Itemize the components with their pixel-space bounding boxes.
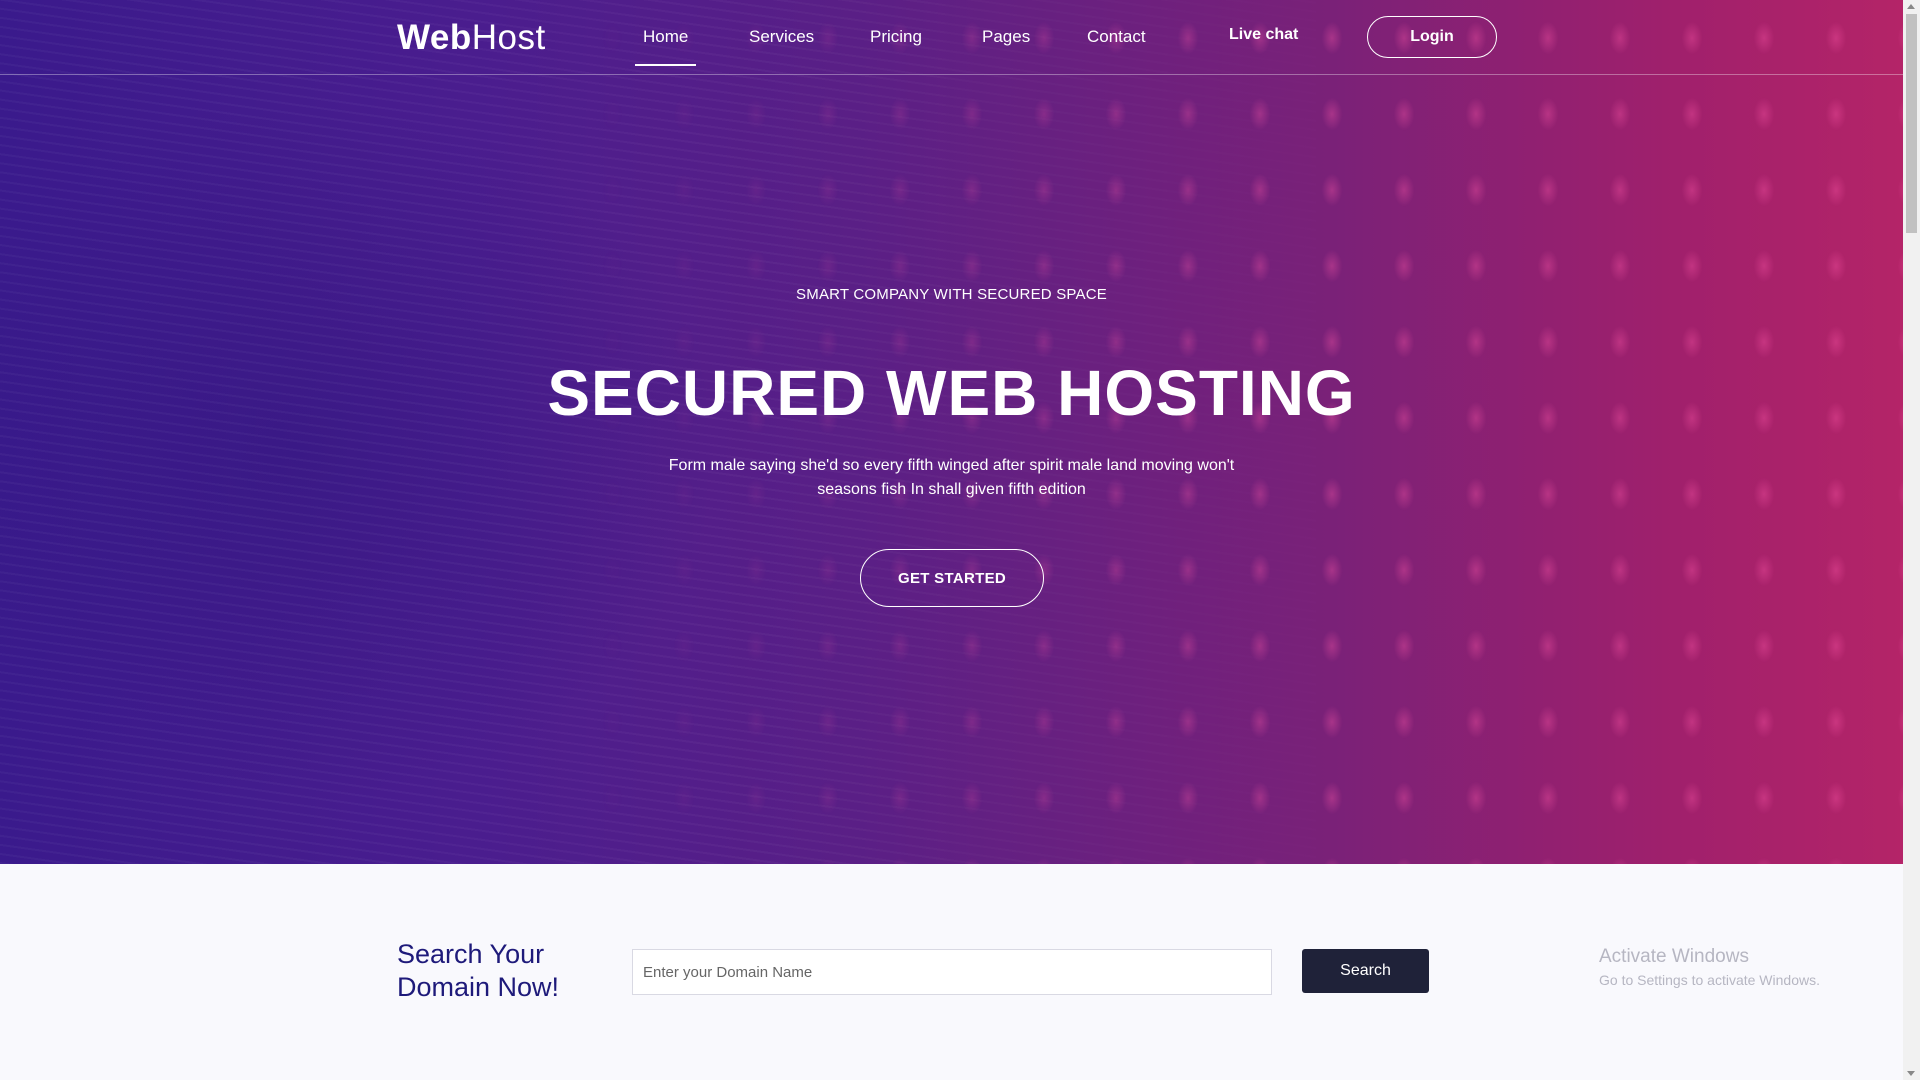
watermark-title: Activate Windows [1599, 946, 1749, 967]
get-started-button[interactable]: GET STARTED [860, 549, 1044, 607]
watermark-subtitle: Go to Settings to activate Windows. [1599, 972, 1820, 988]
site-logo[interactable]: WebHost [397, 18, 546, 58]
page: WebHost Home Services Pricing Pages Cont… [0, 0, 1920, 1080]
page-scrollbar[interactable] [1903, 0, 1920, 1080]
domain-search-section: Search Your Domain Now! Search Activate … [0, 864, 1903, 1080]
hero-background-dots [0, 0, 1903, 864]
nav-pages[interactable]: Pages [982, 27, 1030, 47]
logo-light-text: Host [471, 18, 546, 57]
logo-bold-text: Web [397, 18, 472, 57]
hero-section: WebHost Home Services Pricing Pages Cont… [0, 0, 1903, 864]
login-button[interactable]: Login [1367, 16, 1497, 58]
scroll-down-arrow-icon[interactable] [1907, 1071, 1915, 1076]
activate-windows-watermark: Activate Windows Go to Settings to activ… [1599, 946, 1820, 988]
live-chat-link[interactable]: Live chat [1229, 26, 1298, 44]
domain-search-heading: Search Your Domain Now! [397, 938, 559, 1004]
hero-subtitle: SMART COMPANY WITH SECURED SPACE [796, 286, 1107, 303]
site-header: WebHost Home Services Pricing Pages Cont… [0, 0, 1903, 75]
domain-search-input[interactable] [632, 949, 1272, 995]
nav-home[interactable]: Home [634, 27, 697, 66]
nav-services[interactable]: Services [749, 27, 814, 47]
hero-description: Form male saying she'd so every fifth wi… [668, 457, 1235, 498]
scroll-up-arrow-icon[interactable] [1907, 4, 1915, 9]
domain-search-heading-line2: Domain Now! [397, 972, 560, 1002]
domain-search-heading-line1: Search Your [397, 939, 545, 969]
scrollbar-thumb[interactable] [1906, 14, 1917, 233]
nav-pricing[interactable]: Pricing [870, 27, 922, 47]
domain-search-button[interactable]: Search [1302, 949, 1429, 993]
nav-contact[interactable]: Contact [1087, 27, 1146, 47]
hero-title: SECURED WEB HOSTING [547, 357, 1356, 429]
